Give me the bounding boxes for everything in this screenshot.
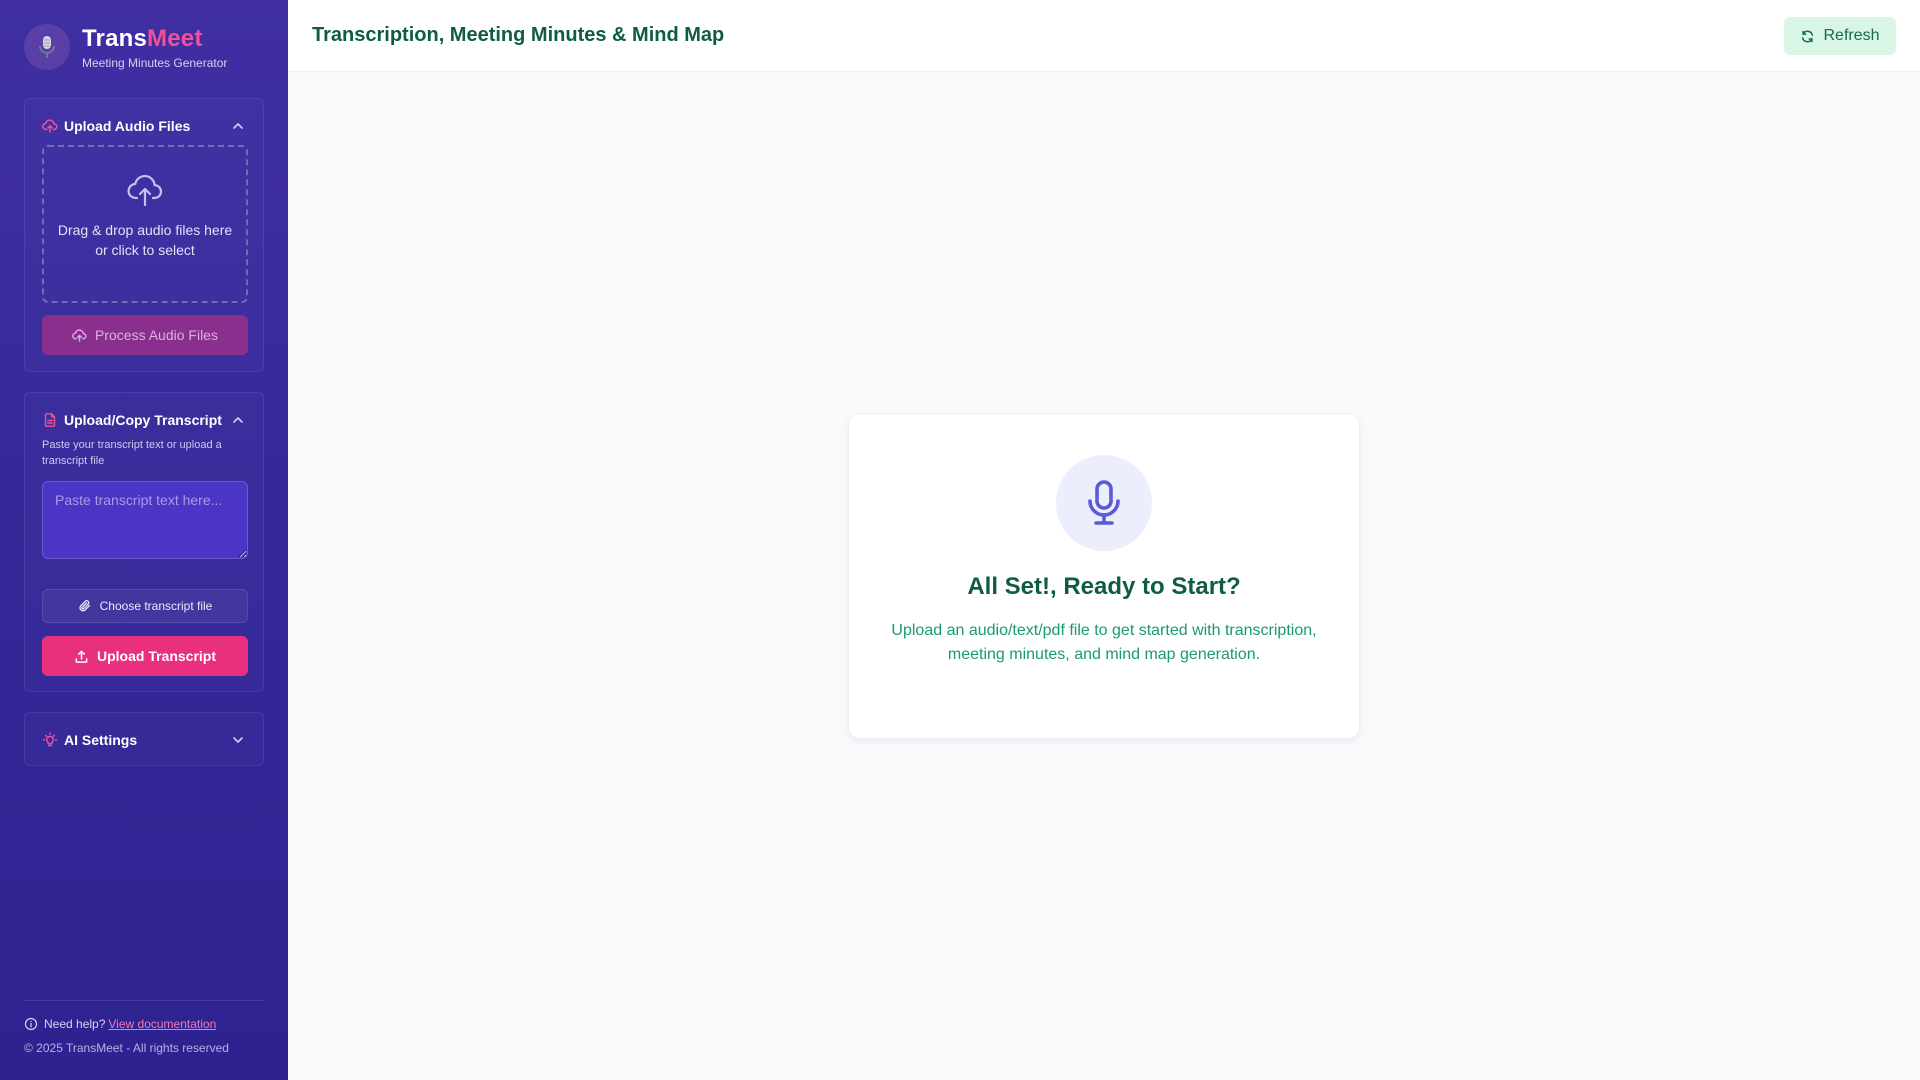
- choose-transcript-file-button[interactable]: Choose transcript file: [42, 589, 248, 623]
- choose-file-label: Choose transcript file: [99, 599, 213, 613]
- upload-icon: [74, 649, 89, 664]
- cloud-upload-icon: [126, 174, 164, 213]
- cloud-upload-icon: [42, 118, 58, 134]
- ai-settings-panel: AI Settings: [24, 712, 264, 766]
- chevron-down-icon[interactable]: [230, 732, 246, 748]
- brand-subtitle: Meeting Minutes Generator: [82, 56, 228, 70]
- help-prefix: Need help?: [44, 1017, 106, 1031]
- audio-panel-title: Upload Audio Files: [64, 118, 191, 134]
- sidebar-footer: Need help? View documentation © 2025 Tra…: [24, 1000, 264, 1055]
- dropzone-subtext: or click to select: [95, 242, 195, 258]
- transcript-panel-header[interactable]: Upload/Copy Transcript: [42, 410, 246, 430]
- view-documentation-link[interactable]: View documentation: [108, 1017, 216, 1031]
- cloud-upload-icon: [72, 328, 87, 343]
- brand: TransMeet Meeting Minutes Generator: [24, 24, 227, 70]
- microphone-icon: [24, 24, 70, 70]
- document-icon: [42, 412, 58, 428]
- refresh-label: Refresh: [1823, 27, 1880, 44]
- upload-transcript-button[interactable]: Upload Transcript: [42, 636, 248, 676]
- refresh-button[interactable]: Refresh: [1784, 17, 1896, 55]
- empty-state-card: All Set!, Ready to Start? Upload an audi…: [849, 415, 1359, 738]
- process-audio-label: Process Audio Files: [95, 327, 218, 343]
- chevron-up-icon[interactable]: [230, 412, 246, 428]
- brand-title: TransMeet: [82, 25, 203, 52]
- process-audio-button[interactable]: Process Audio Files: [42, 315, 248, 355]
- audio-upload-panel: Upload Audio Files Drag & drop audio fil…: [24, 98, 264, 372]
- dropzone-text: Drag & drop audio files here: [57, 222, 233, 238]
- ai-settings-header[interactable]: AI Settings: [42, 730, 246, 750]
- empty-state-title: All Set!, Ready to Start?: [967, 573, 1241, 600]
- refresh-icon: [1800, 29, 1815, 44]
- transcript-textarea[interactable]: [42, 481, 248, 559]
- copyright: © 2025 TransMeet - All rights reserved: [24, 1041, 229, 1055]
- transcript-panel: Upload/Copy Transcript Paste your transc…: [24, 392, 264, 692]
- help-line: Need help? View documentation: [24, 1017, 264, 1031]
- upload-transcript-label: Upload Transcript: [96, 648, 217, 664]
- transcript-description: Paste your transcript text or upload a t…: [42, 439, 222, 467]
- lightbulb-icon: [42, 732, 58, 748]
- page-title: Transcription, Meeting Minutes & Mind Ma…: [312, 24, 725, 46]
- paperclip-icon: [78, 599, 92, 613]
- ai-settings-title: AI Settings: [64, 732, 138, 748]
- transcript-panel-title: Upload/Copy Transcript: [64, 412, 222, 428]
- empty-state-text: Upload an audio/text/pdf file to get sta…: [891, 622, 1317, 663]
- audio-panel-header[interactable]: Upload Audio Files: [42, 116, 246, 136]
- audio-dropzone[interactable]: Drag & drop audio files here or click to…: [42, 145, 248, 303]
- microphone-icon: [1056, 455, 1152, 551]
- chevron-up-icon[interactable]: [230, 118, 246, 134]
- top-bar: Transcription, Meeting Minutes & Mind Ma…: [288, 0, 1920, 72]
- sidebar: TransMeet Meeting Minutes Generator Uplo…: [0, 0, 288, 1080]
- info-icon: [24, 1017, 38, 1031]
